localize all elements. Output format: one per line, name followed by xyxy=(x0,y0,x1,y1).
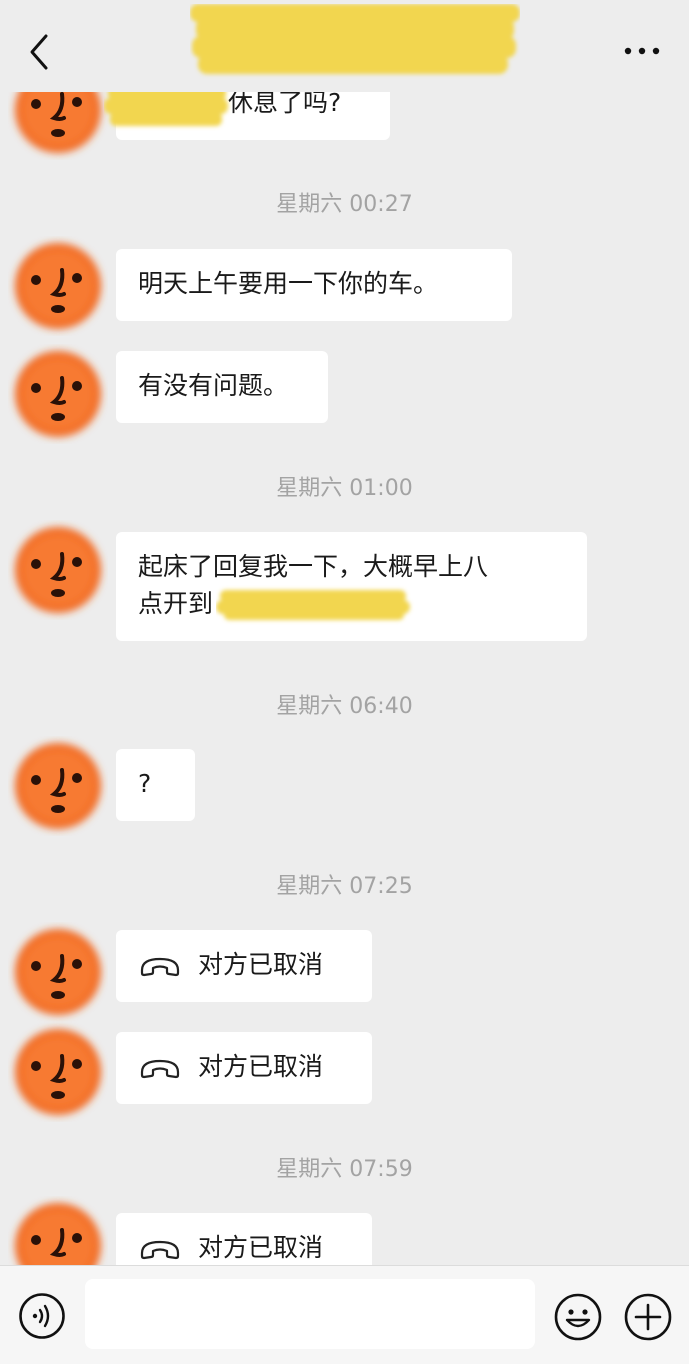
message-bubble[interactable]: 有没有问题。 xyxy=(116,351,328,423)
message-bubble[interactable]: 起床了回复我一下，大概早上八 点开到 xyxy=(116,532,587,641)
phone-hangup-icon xyxy=(138,1055,182,1081)
message-bubble[interactable]: ? xyxy=(116,749,195,821)
phone-hangup-icon xyxy=(138,953,182,979)
ellipsis-icon[interactable] xyxy=(620,38,664,64)
contact-avatar[interactable] xyxy=(8,922,108,1022)
contact-avatar[interactable] xyxy=(8,344,108,444)
emoji-icon[interactable] xyxy=(553,1292,603,1342)
timestamp: 星期六 00:27 xyxy=(276,192,413,217)
input-bar xyxy=(0,1265,689,1364)
phone-hangup-icon xyxy=(138,1236,182,1262)
call-status-text: 对方已取消 xyxy=(198,1052,324,1081)
voice-call-bubble[interactable]: 对方已取消 xyxy=(116,930,372,1002)
message-text: ? xyxy=(138,769,152,798)
voice-call-bubble[interactable]: 对方已取消 xyxy=(116,1032,372,1104)
contact-avatar[interactable] xyxy=(8,1022,108,1122)
message-bubble[interactable]: 明天上午要用一下你的车。 xyxy=(116,249,512,321)
call-status-text: 对方已取消 xyxy=(198,950,324,979)
voice-call-bubble[interactable]: 对方已取消 xyxy=(116,1213,372,1265)
contact-avatar[interactable] xyxy=(8,736,108,836)
contact-avatar[interactable] xyxy=(8,520,108,620)
message-text: 有没有问题。 xyxy=(138,371,289,400)
chat-header xyxy=(0,0,689,92)
timestamp: 星期六 07:25 xyxy=(276,874,413,899)
voice-icon[interactable] xyxy=(18,1292,66,1340)
chevron-left-icon[interactable] xyxy=(22,30,58,74)
message-text-line: 起床了回复我一下，大概早上八 xyxy=(138,552,489,581)
redaction-mark xyxy=(216,590,410,620)
message-text: 明天上午要用一下你的车。 xyxy=(138,269,439,298)
message-list[interactable]: 休息了吗? 星期六 00:27 明天上午要用一下你的车。 有没有问题。 星期六 … xyxy=(0,0,689,1265)
timestamp: 星期六 06:40 xyxy=(276,694,413,719)
timestamp: 星期六 01:00 xyxy=(276,476,413,501)
message-input[interactable] xyxy=(85,1279,535,1349)
timestamp: 星期六 07:59 xyxy=(276,1157,413,1182)
plus-circle-icon[interactable] xyxy=(623,1292,673,1342)
contact-avatar[interactable] xyxy=(8,236,108,336)
redacted-chat-title xyxy=(190,4,520,74)
call-status-text: 对方已取消 xyxy=(198,1233,324,1262)
contact-avatar[interactable] xyxy=(8,1196,108,1265)
